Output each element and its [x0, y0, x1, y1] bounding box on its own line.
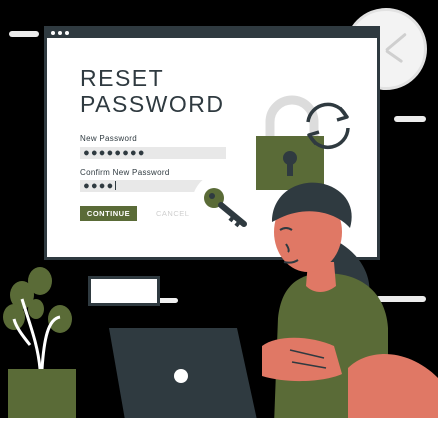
continue-button[interactable]: CONTINUE — [80, 206, 137, 221]
confirm-password-value: ●●●● — [84, 181, 116, 190]
page-title: RESET PASSWORD — [80, 65, 270, 117]
new-password-value: ●●●●●●●● — [84, 148, 147, 157]
wall-doodle — [394, 116, 426, 122]
person-illustration — [262, 182, 438, 425]
new-password-label: New Password — [80, 134, 137, 143]
new-password-field[interactable]: ●●●●●●●● — [80, 147, 226, 159]
desk-surface — [0, 418, 438, 425]
wall-doodle — [9, 31, 39, 37]
laptop-icon — [109, 328, 257, 420]
plant-icon — [3, 267, 76, 421]
window-title-bar — [47, 29, 377, 38]
title-line-1: RESET — [80, 65, 165, 91]
floating-card — [88, 276, 160, 306]
cancel-button[interactable]: CANCEL — [156, 206, 189, 221]
window-dot — [51, 31, 55, 35]
window-dot — [58, 31, 62, 35]
title-line-2: PASSWORD — [80, 91, 225, 117]
confirm-password-label: Confirm New Password — [80, 168, 170, 177]
text-caret — [115, 181, 117, 190]
window-dot — [65, 31, 69, 35]
